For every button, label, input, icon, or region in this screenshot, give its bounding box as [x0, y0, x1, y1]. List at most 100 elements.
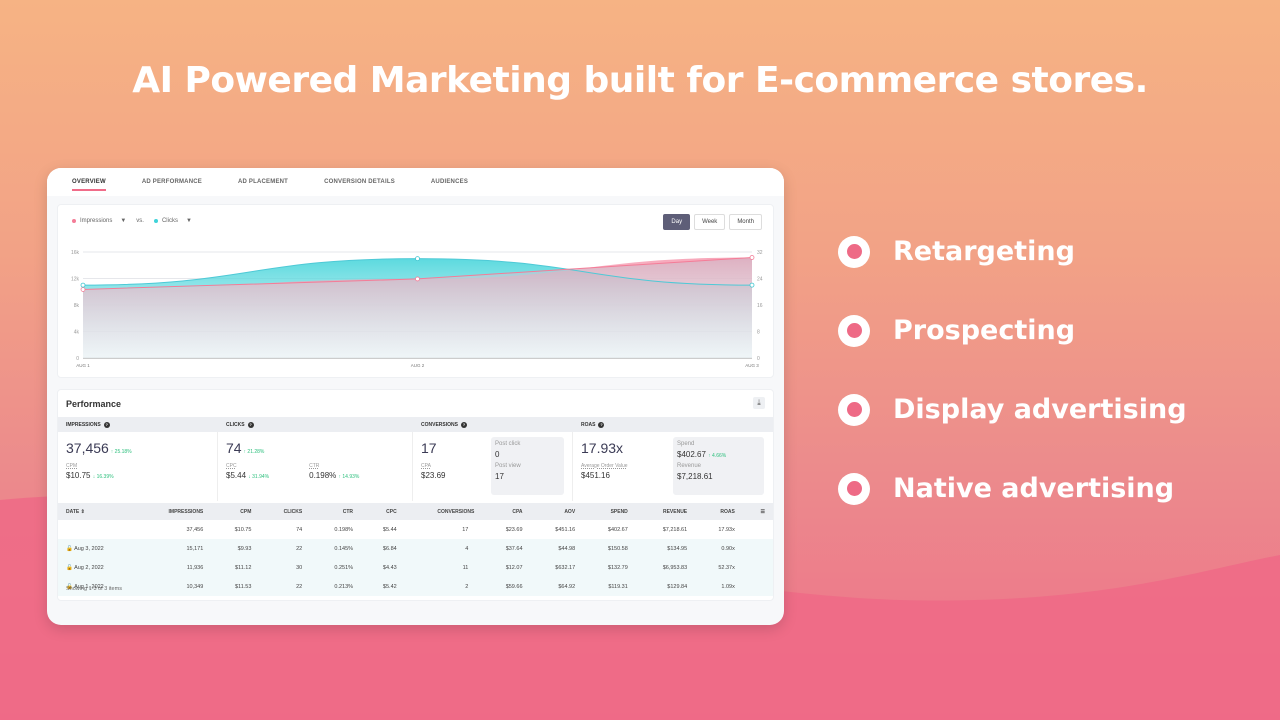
unlock-icon[interactable]: 🔓: [66, 565, 74, 571]
table-cell: $5.44: [361, 520, 405, 539]
table-cell: $6,953.83: [636, 558, 695, 577]
table-cell: $12.07: [482, 558, 530, 577]
cell-text: 2: [465, 583, 469, 590]
unlock-icon[interactable]: 🔓: [66, 546, 74, 552]
cell-text: 22: [296, 583, 303, 590]
table-cell: 17.93x: [695, 520, 743, 539]
table-cell: 4: [405, 539, 483, 558]
cell-text: $4.43: [382, 564, 397, 571]
feature-item: Retargeting: [838, 212, 1187, 291]
cpm-value: $10.75: [66, 471, 91, 480]
cell-text: 10,349: [186, 583, 204, 590]
cell-text: 37,456: [186, 526, 204, 533]
table-cell: 15,171: [137, 539, 211, 558]
column-header[interactable]: REVENUE: [635, 503, 696, 520]
y-tick-right: 32: [757, 250, 763, 256]
conversions-metric: 17 CPA $23.69 Post click 0 Post view 17: [413, 432, 573, 501]
cell-text: $10.75: [234, 526, 252, 533]
y-tick-right: 24: [757, 277, 763, 283]
table-cell: 74: [259, 520, 310, 539]
cell-text: $59.66: [505, 583, 523, 590]
cell-text: $451.16: [555, 526, 576, 533]
table-cell: $150.58: [583, 539, 636, 558]
column-header[interactable]: CPA: [482, 503, 531, 520]
column-header[interactable]: IMPRESSIONS: [136, 503, 212, 520]
help-icon[interactable]: ?: [103, 422, 110, 428]
cell-text: $6.84: [382, 545, 397, 552]
ctr-label: CTR: [309, 463, 320, 469]
area-chart: 0 0 4k 8 8k 16 12k 24 16k 32 AUG 1 AUG 2 AUG 3: [71, 250, 763, 368]
table-cell: $10.75: [211, 520, 259, 539]
download-icon[interactable]: ⤓: [753, 397, 765, 409]
table-cell: $5.42: [361, 577, 405, 596]
cell-text: Aug 2, 2022: [74, 564, 104, 571]
feature-label: Native advertising: [893, 473, 1175, 504]
table-cell: $6.84: [361, 539, 405, 558]
table-cell: $11.53: [211, 577, 259, 596]
y-tick-right: 8: [757, 330, 760, 336]
change-badge: ↑ 14.93%: [338, 474, 360, 480]
cell-text: $632.17: [555, 564, 576, 571]
tab-audiences[interactable]: AUDIENCES: [431, 168, 468, 196]
cell-text: $37.64: [505, 545, 523, 552]
table-cell: $4.43: [361, 558, 405, 577]
table-cell: 17: [405, 520, 483, 539]
column-header[interactable]: ROAS: [695, 503, 743, 520]
impressions-point: [80, 287, 86, 292]
post-click-value: 0: [495, 450, 500, 459]
column-header[interactable]: CTR: [310, 503, 362, 520]
y-tick-left: 4k: [74, 330, 80, 336]
help-icon[interactable]: ?: [247, 422, 254, 428]
column-header[interactable]: CONVERSIONS: [404, 503, 483, 520]
table-cell: $37.64: [482, 539, 530, 558]
table-cell: $9.93: [211, 539, 259, 558]
table-cell: 0.213%: [310, 577, 361, 596]
column-header[interactable]: AOV: [530, 503, 584, 520]
cell-text: 17.93x: [718, 526, 735, 533]
cell-text: 15,171: [186, 545, 204, 552]
table-cell: 0.198%: [310, 520, 361, 539]
table-cell: $23.69: [482, 520, 530, 539]
cell-text: $129.84: [667, 583, 688, 590]
tab-conversion-details[interactable]: CONVERSION DETAILS: [324, 168, 395, 196]
conversions-value: 17: [421, 440, 437, 456]
table-header: DATE ⇕ IMPRESSIONS CPM CLICKS CTR CPC CONVERSI…: [58, 503, 773, 520]
table-cell: $7,218.61: [636, 520, 695, 539]
impressions-label: IMPRESSIONS: [66, 422, 101, 428]
bullet-icon: [838, 235, 870, 268]
column-header[interactable]: SPEND: [583, 503, 636, 520]
cell-text: $64.92: [558, 583, 576, 590]
table-cell: 37,456: [137, 520, 211, 539]
help-icon[interactable]: ?: [598, 422, 605, 428]
tab-overview[interactable]: OVERVIEW: [72, 168, 106, 196]
cell-text: 22: [296, 545, 303, 552]
y-tick-right: 0: [757, 356, 760, 362]
column-header[interactable]: CPC: [361, 503, 405, 520]
cell-text: $5.42: [382, 583, 397, 590]
column-header[interactable]: CLICKS: [259, 503, 311, 520]
impressions-point: [415, 276, 420, 282]
cell-text: 52.37x: [718, 564, 735, 571]
cell-text: $119.31: [608, 583, 628, 590]
change-badge: ↑ 25.18%: [110, 449, 132, 455]
x-tick: AUG 3: [745, 363, 759, 368]
column-settings-icon[interactable]: ☰: [742, 503, 773, 520]
cell-text: 0.198%: [334, 526, 354, 533]
cell-text: $44.98: [558, 545, 576, 552]
help-icon[interactable]: ?: [460, 422, 467, 428]
tab-ad-placement[interactable]: AD PLACEMENT: [238, 168, 288, 196]
performance-title: Performance: [66, 399, 122, 409]
x-tick: AUG 1: [76, 363, 90, 368]
column-header[interactable]: DATE ⇕: [58, 503, 137, 520]
y-tick-left: 0: [76, 356, 79, 362]
tab-ad-performance[interactable]: AD PERFORMANCE: [142, 168, 202, 196]
feature-item: Prospecting: [838, 291, 1187, 370]
column-header[interactable]: CPM: [211, 503, 260, 520]
table-row: 🔓 Aug 1, 2022 10,349 $11.53 22 0.213% $5.42 2 $…: [58, 577, 773, 596]
table-cell: $59.66: [482, 577, 530, 596]
cell-text: $11.53: [235, 583, 252, 590]
conversions-label: CONVERSIONS: [421, 422, 458, 428]
cell-text: 0.90x: [721, 545, 735, 552]
totals-row: 37,456 $10.75 74 0.198% $5.44 17 $23.69 $451.16…: [58, 520, 773, 539]
dashboard-card: OVERVIEW AD PERFORMANCE AD PLACEMENT CON…: [47, 168, 784, 625]
